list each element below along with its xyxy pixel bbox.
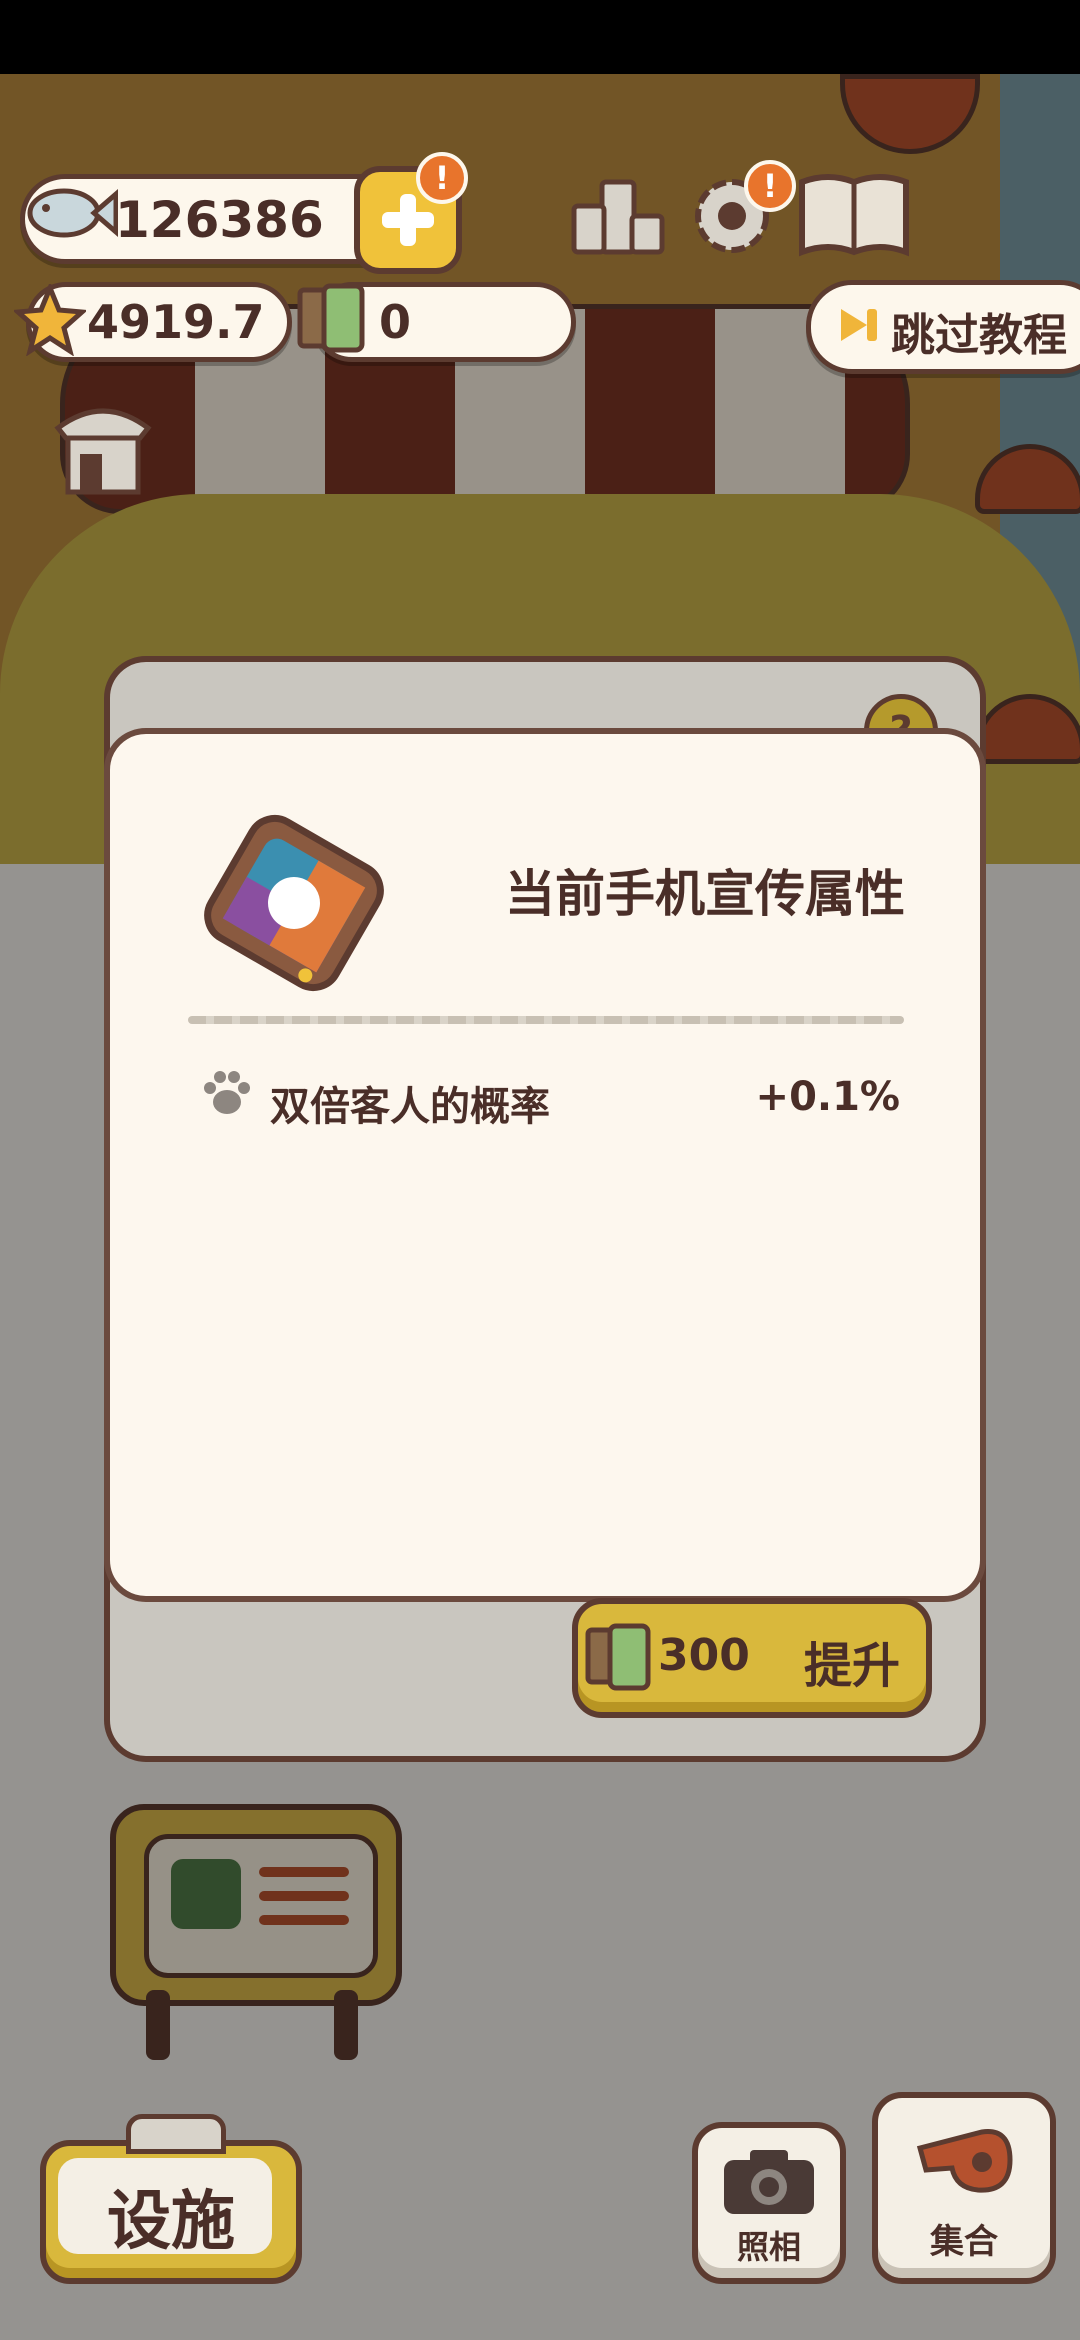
ranking-icon[interactable] [570, 172, 666, 258]
camera-label: 照相 [736, 2228, 801, 2266]
settings-alert-badge: ! [744, 160, 796, 212]
alert-badge: ! [416, 152, 468, 204]
fish-count: 126386 [115, 191, 324, 249]
camera-icon [720, 2146, 818, 2218]
film-icon [584, 1618, 654, 1694]
status-bar [0, 0, 1080, 74]
gather-button[interactable]: 集合 [872, 2092, 1056, 2284]
paw-icon [198, 1066, 252, 1120]
upgrade-button[interactable]: 300 提升 [572, 1598, 932, 1718]
whistle-icon [912, 2118, 1016, 2204]
facilities-button[interactable]: 设施 [40, 2114, 302, 2284]
film-count: 0 [379, 295, 412, 349]
attribute-value: +0.1% [755, 1074, 900, 1120]
clipboard-clip [126, 2114, 226, 2154]
panel-title: 当前手机宣传属性 [505, 865, 905, 923]
fish-icon [18, 168, 119, 258]
shop-icon[interactable] [48, 398, 158, 498]
tv-leg [146, 1990, 170, 2060]
upgrade-cost: 300 [658, 1630, 750, 1681]
book-icon[interactable] [796, 168, 912, 260]
facilities-label: 设施 [107, 2185, 235, 2259]
tv-icon[interactable] [110, 1804, 402, 2006]
skip-tutorial-label: 跳过教程 [891, 310, 1067, 361]
camera-button[interactable]: 照相 [692, 2122, 846, 2284]
gather-label: 集合 [930, 2222, 998, 2262]
phone-icon [194, 808, 394, 998]
skip-icon [841, 309, 877, 341]
divider [188, 1016, 904, 1024]
upgrade-label: 提升 [804, 1638, 901, 1694]
film-icon [294, 278, 370, 358]
tv-leg [334, 1990, 358, 2060]
star-icon [12, 281, 88, 357]
star-count: 4919.7 [87, 295, 265, 349]
skip-tutorial-button[interactable]: 跳过教程 [806, 280, 1080, 374]
phone-promotion-popup: 当前手机宣传属性 双倍客人的概率 +0.1% [104, 728, 986, 1602]
attribute-label: 双倍客人的概率 [270, 1084, 550, 1130]
